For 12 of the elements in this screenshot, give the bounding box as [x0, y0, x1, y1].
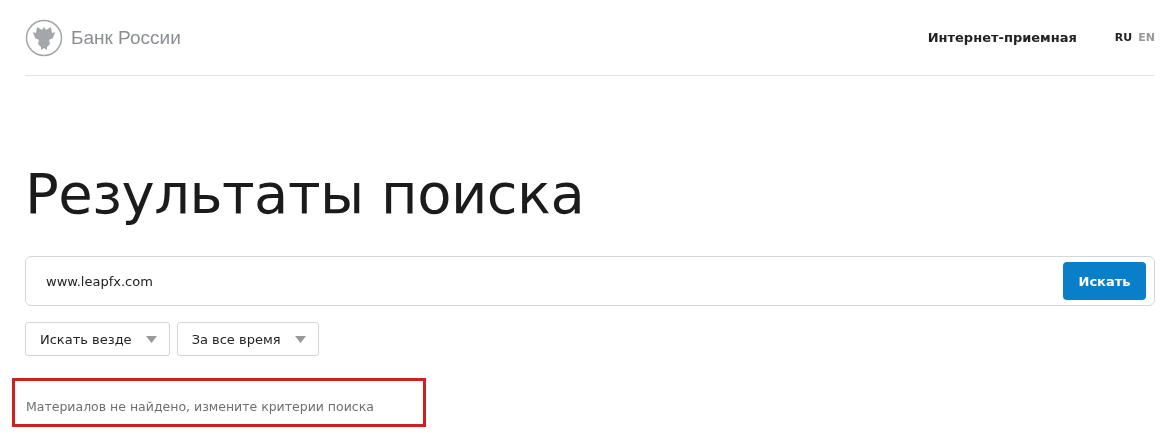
caret-icon — [294, 335, 306, 343]
filter-dropdown[interactable]: Искать везде — [25, 322, 170, 356]
search-button[interactable]: Искать — [1063, 262, 1146, 300]
page-title: Результаты поиска — [25, 162, 586, 226]
filter-dropdown[interactable]: За все время — [176, 322, 319, 356]
no-results-message: Материалов не найдено, измените критерии поиска — [26, 399, 374, 414]
language-link[interactable]: RU — [1114, 31, 1133, 44]
logo-text: Банк России — [71, 26, 181, 49]
caret-icon — [145, 335, 157, 343]
nav-link[interactable]: Интернет-приемная — [927, 30, 1077, 45]
eagle-emblem-icon — [25, 18, 63, 57]
search-field[interactable]: www.leapfx.com Искать — [25, 256, 1155, 306]
